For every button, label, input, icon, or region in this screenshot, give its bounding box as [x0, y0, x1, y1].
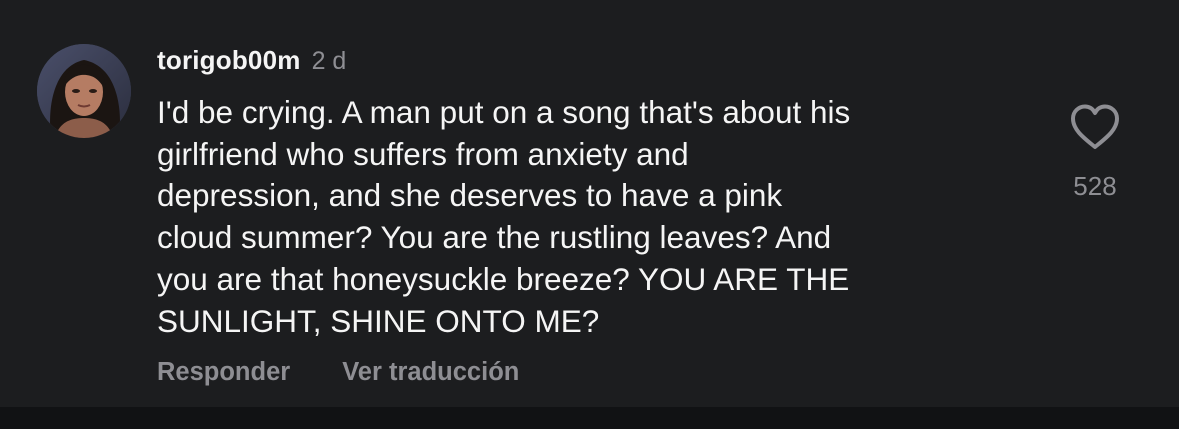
comment-card: torigob00m 2 d I'd be crying. A man put … [0, 0, 1179, 429]
avatar-photo [37, 44, 131, 138]
avatar[interactable] [37, 44, 131, 138]
comment-text: I'd be crying. A man put on a song that'… [157, 92, 1037, 342]
comment-text-line: I'd be crying. A man put on a song that'… [157, 94, 851, 130]
username[interactable]: torigob00m [157, 45, 301, 76]
comment-text-line: cloud summer? You are the rustling leave… [157, 219, 832, 256]
timestamp: 2 d [311, 47, 347, 75]
comment-text-line: depression, and she deserves to have a p… [157, 177, 783, 214]
like-button[interactable] [1068, 102, 1122, 152]
comment-text-line: SUNLIGHT, SHINE ONTO ME? [157, 302, 600, 339]
see-translation-button[interactable]: Ver traducción [342, 358, 519, 387]
comment-actions: Responder Ver traducción [157, 358, 519, 387]
like-count: 528 [1073, 171, 1117, 201]
comment-text-line: you are that honeysuckle breeze? YOU ARE… [157, 260, 850, 297]
heart-outline-icon [1071, 104, 1119, 149]
comment-text-line: girlfriend who suffers from anxiety and [157, 135, 689, 172]
reply-button[interactable]: Responder [157, 358, 290, 387]
comment-header: torigob00m 2 d [157, 45, 346, 81]
